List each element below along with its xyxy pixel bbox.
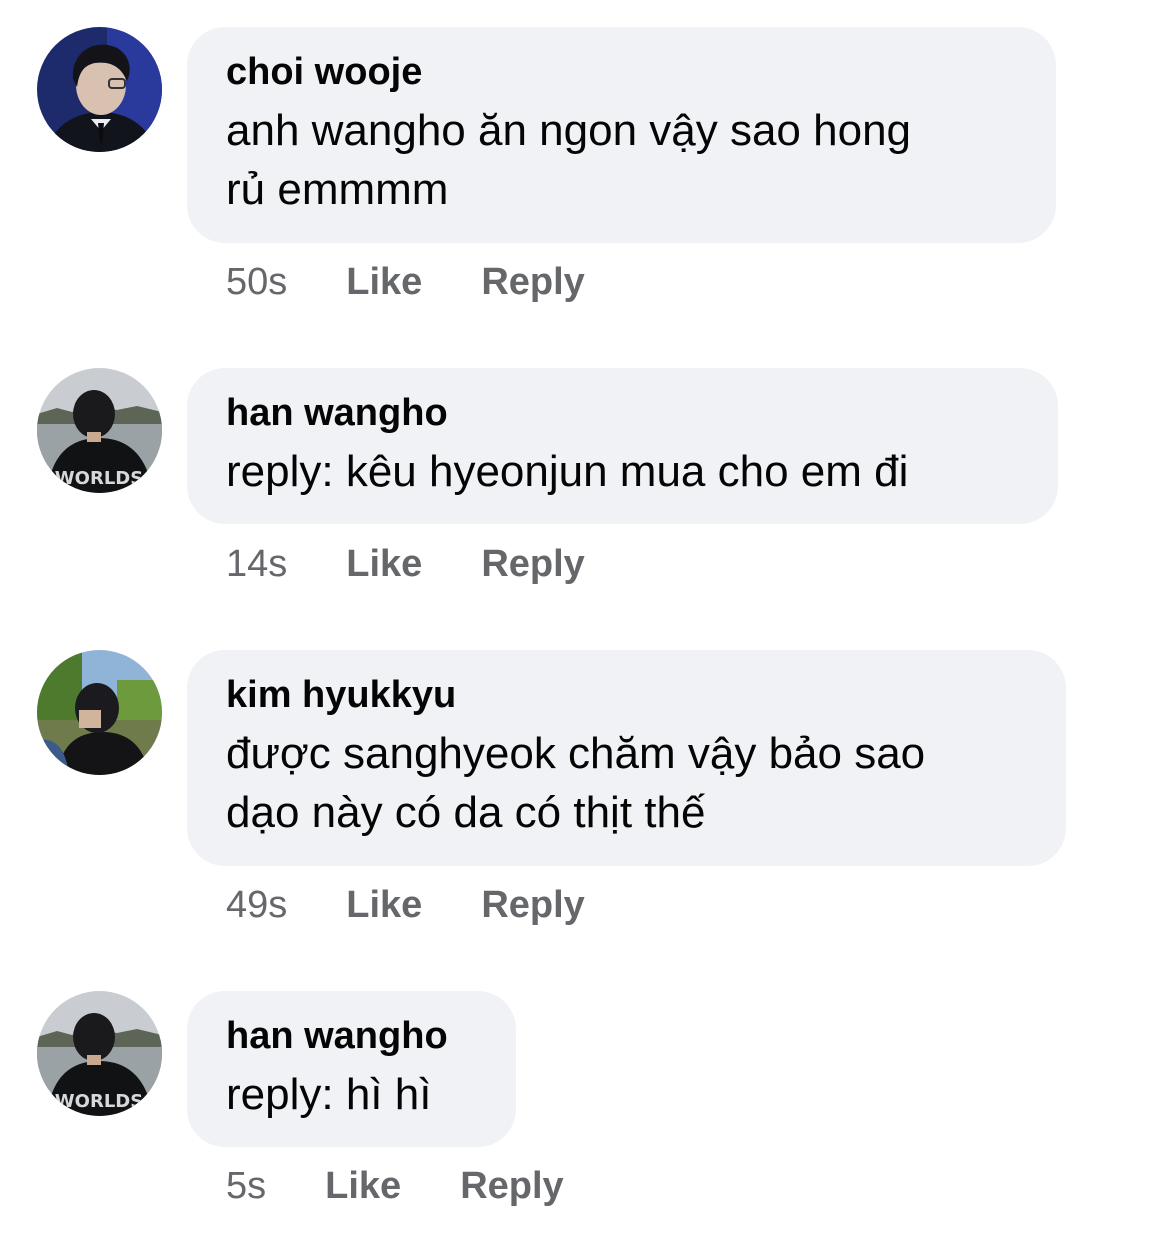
like-button[interactable]: Like — [346, 541, 422, 587]
like-button[interactable]: Like — [325, 1163, 401, 1209]
comment-actions: 50s Like Reply — [226, 259, 585, 305]
comment-text: reply: kêu hyeonjun mua cho em đi — [226, 442, 1020, 501]
comment-timestamp[interactable]: 5s — [226, 1163, 266, 1209]
comment-text-line: reply: kêu hyeonjun mua cho em đi — [226, 447, 909, 496]
comment-bubble: han wangho reply: hì hì — [187, 991, 516, 1147]
comment-text: anh wangho ăn ngon vậy sao hong rủ emmmm — [226, 101, 1018, 219]
comment-author[interactable]: han wangho — [226, 390, 1020, 436]
comment-bubble: choi wooje anh wangho ăn ngon vậy sao ho… — [187, 27, 1056, 243]
comment-text-line: reply: hì hì — [226, 1070, 432, 1119]
reply-button[interactable]: Reply — [481, 259, 584, 305]
avatar[interactable]: WORLDS — [37, 368, 162, 493]
like-button[interactable]: Like — [346, 882, 422, 928]
comment-bubble: kim hyukkyu được sanghyeok chăm vậy bảo … — [187, 650, 1066, 866]
svg-text:WORLDS: WORLDS — [55, 1091, 143, 1112]
avatar[interactable] — [37, 27, 162, 152]
comment-actions: 49s Like Reply — [226, 882, 585, 928]
comment-text-line: dạo này có da có thịt thế — [226, 788, 706, 837]
comment-actions: 5s Like Reply — [226, 1163, 564, 1209]
comment-timestamp[interactable]: 50s — [226, 259, 287, 305]
comment-text-line: được sanghyeok chăm vậy bảo sao — [226, 729, 926, 778]
comment-text-line: rủ emmmm — [226, 165, 449, 214]
comment-timestamp[interactable]: 49s — [226, 882, 287, 928]
profile-photo-back-view-worlds-jacket-icon: WORLDS — [37, 368, 162, 493]
avatar[interactable]: WORLDS — [37, 991, 162, 1116]
comment-author[interactable]: han wangho — [226, 1013, 478, 1059]
profile-photo-man-in-suit-icon — [37, 27, 162, 152]
like-button[interactable]: Like — [346, 259, 422, 305]
profile-photo-outdoor-trees-icon — [37, 650, 162, 775]
comment-author[interactable]: choi wooje — [226, 49, 1018, 95]
comment-author[interactable]: kim hyukkyu — [226, 672, 1028, 718]
comment-bubble: han wangho reply: kêu hyeonjun mua cho e… — [187, 368, 1058, 524]
comment-text: được sanghyeok chăm vậy bảo sao dạo này … — [226, 724, 1028, 842]
comment-timestamp[interactable]: 14s — [226, 541, 287, 587]
comment-text: reply: hì hì — [226, 1065, 478, 1124]
svg-text:WORLDS: WORLDS — [55, 468, 143, 489]
reply-button[interactable]: Reply — [460, 1163, 563, 1209]
reply-button[interactable]: Reply — [481, 541, 584, 587]
avatar[interactable] — [37, 650, 162, 775]
reply-button[interactable]: Reply — [481, 882, 584, 928]
comment-actions: 14s Like Reply — [226, 541, 585, 587]
profile-photo-back-view-worlds-jacket-icon: WORLDS — [37, 991, 162, 1116]
comment-text-line: anh wangho ăn ngon vậy sao hong — [226, 106, 912, 155]
